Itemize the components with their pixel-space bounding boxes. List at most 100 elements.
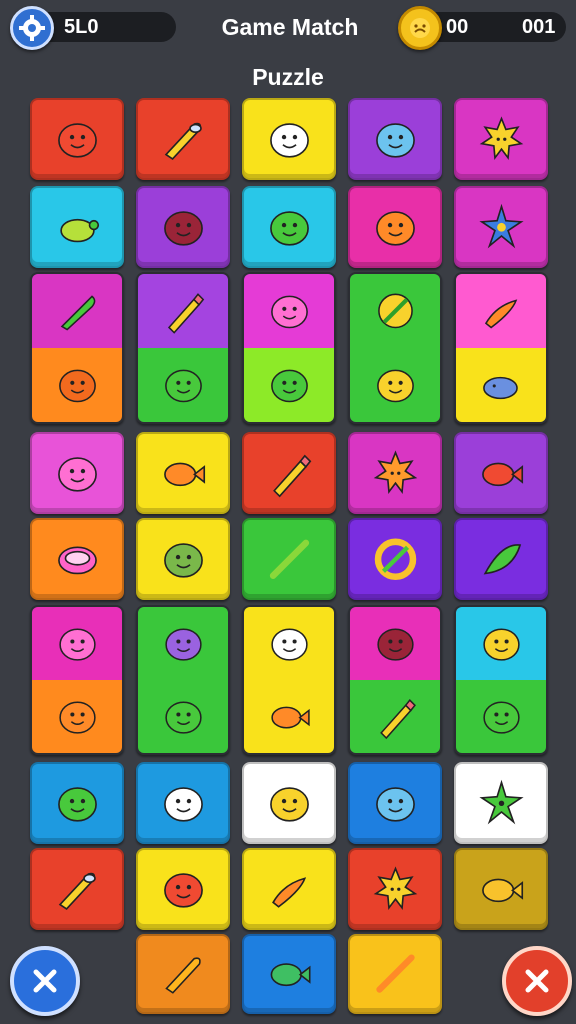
tile-white-blob[interactable] (242, 98, 336, 180)
green-face-icon (163, 542, 203, 578)
rocket-icon (164, 122, 202, 160)
tile-pencil[interactable] (242, 432, 336, 514)
yellow-sun-icon (373, 866, 417, 910)
green-blob-icon (269, 210, 309, 246)
tile-double[interactable] (30, 272, 124, 424)
blue-fish-icon (482, 376, 518, 400)
orange-sun-icon (373, 450, 417, 494)
turtle-icon (59, 218, 99, 243)
tile-white-blob[interactable] (136, 762, 230, 844)
tile-orange-sun[interactable] (348, 432, 442, 514)
orange-stick-icon (375, 954, 415, 994)
carrot-icon (484, 299, 517, 329)
carrot-icon (271, 876, 306, 908)
red-blob-icon (163, 872, 203, 908)
yellow-blob-icon (376, 369, 414, 403)
yellow-blob-icon (482, 628, 520, 661)
tile-green-fish[interactable] (242, 934, 336, 1014)
blue-star-icon (478, 203, 524, 249)
tile-double[interactable] (348, 605, 442, 755)
tile-pink-blob[interactable] (30, 432, 124, 514)
tile-orange-fish[interactable] (136, 432, 230, 514)
tile-rocket[interactable] (136, 98, 230, 180)
tile-double[interactable] (242, 605, 336, 755)
cancel-button[interactable] (502, 946, 572, 1016)
green-blob-icon (482, 701, 520, 734)
maroon-blob-icon (163, 210, 203, 246)
green-blob-icon (164, 369, 202, 403)
tile-double[interactable] (136, 605, 230, 755)
green-blob-icon (270, 369, 308, 403)
green-leaf-icon (483, 543, 521, 575)
tile-rocket[interactable] (30, 848, 124, 930)
tile-green-star[interactable] (454, 762, 548, 844)
cancel-icon (525, 969, 549, 993)
orange-fish-icon (163, 462, 205, 486)
yellow-fish-icon (481, 878, 523, 902)
tile-sun[interactable] (454, 98, 548, 180)
green-fish-icon (270, 963, 311, 987)
tile-double[interactable] (30, 605, 124, 755)
feather-icon (60, 295, 95, 331)
tile-green-blob[interactable] (242, 186, 336, 268)
tile-blue-blob[interactable] (348, 762, 442, 844)
white-blob-icon (270, 628, 308, 661)
yellow-ring-icon (374, 538, 416, 580)
pencil-icon (272, 454, 311, 498)
yellow-ball-icon (377, 293, 413, 329)
tile-double[interactable] (454, 605, 548, 755)
tile-yellow-sun[interactable] (348, 848, 442, 930)
pink-blob-icon (270, 295, 308, 329)
close-icon (33, 969, 57, 993)
tile-red-blob[interactable] (136, 848, 230, 930)
tile-double[interactable] (348, 272, 442, 424)
rocket-icon (58, 872, 96, 910)
tile-orange-blob[interactable] (348, 186, 442, 268)
tile-red-blob[interactable] (30, 98, 124, 180)
maroon-blob-icon (376, 628, 414, 661)
purple-blob-icon (164, 628, 202, 661)
tile-maroon-blob[interactable] (136, 186, 230, 268)
pink-ring-icon (57, 546, 97, 575)
sun-icon (479, 116, 523, 160)
pencil-icon (167, 293, 204, 334)
red-blob-icon (57, 122, 97, 158)
game-board (0, 0, 576, 1024)
tile-double[interactable] (454, 272, 548, 424)
tile-turtle[interactable] (30, 186, 124, 268)
tile-pink-ring[interactable] (30, 518, 124, 600)
yellow-blob-icon (269, 786, 309, 822)
tile-double[interactable] (136, 272, 230, 424)
green-blob-icon (57, 786, 97, 822)
green-blob-icon (164, 701, 202, 734)
tile-green-blob[interactable] (30, 762, 124, 844)
red-fish-icon (481, 462, 523, 486)
tile-comet[interactable] (136, 934, 230, 1014)
tile-double[interactable] (242, 272, 336, 424)
tile-green-stick[interactable] (242, 518, 336, 600)
pencil-icon (379, 699, 416, 740)
close-button[interactable] (10, 946, 80, 1016)
tile-orange-stick[interactable] (348, 934, 442, 1014)
tile-yellow-blob[interactable] (242, 762, 336, 844)
orange-pumpkin-icon (58, 369, 96, 403)
pink-blob-icon (58, 628, 96, 661)
tile-yellow-ring[interactable] (348, 518, 442, 600)
orange-blob-icon (58, 701, 96, 734)
green-stick-icon (269, 539, 309, 579)
comet-icon (164, 957, 201, 995)
blue-blob-icon (375, 122, 415, 158)
blue-blob-icon (375, 786, 415, 822)
green-star-icon (478, 779, 524, 825)
tile-carrot[interactable] (242, 848, 336, 930)
orange-fish-icon (270, 706, 310, 729)
tile-red-fish[interactable] (454, 432, 548, 514)
pink-blob-icon (57, 456, 97, 492)
tile-green-leaf[interactable] (454, 518, 548, 600)
tile-yellow-fish[interactable] (454, 848, 548, 930)
tile-blue-blob[interactable] (348, 98, 442, 180)
tile-blue-star[interactable] (454, 186, 548, 268)
tile-green-face[interactable] (136, 518, 230, 600)
white-blob-icon (163, 786, 203, 822)
white-blob-icon (269, 122, 309, 158)
